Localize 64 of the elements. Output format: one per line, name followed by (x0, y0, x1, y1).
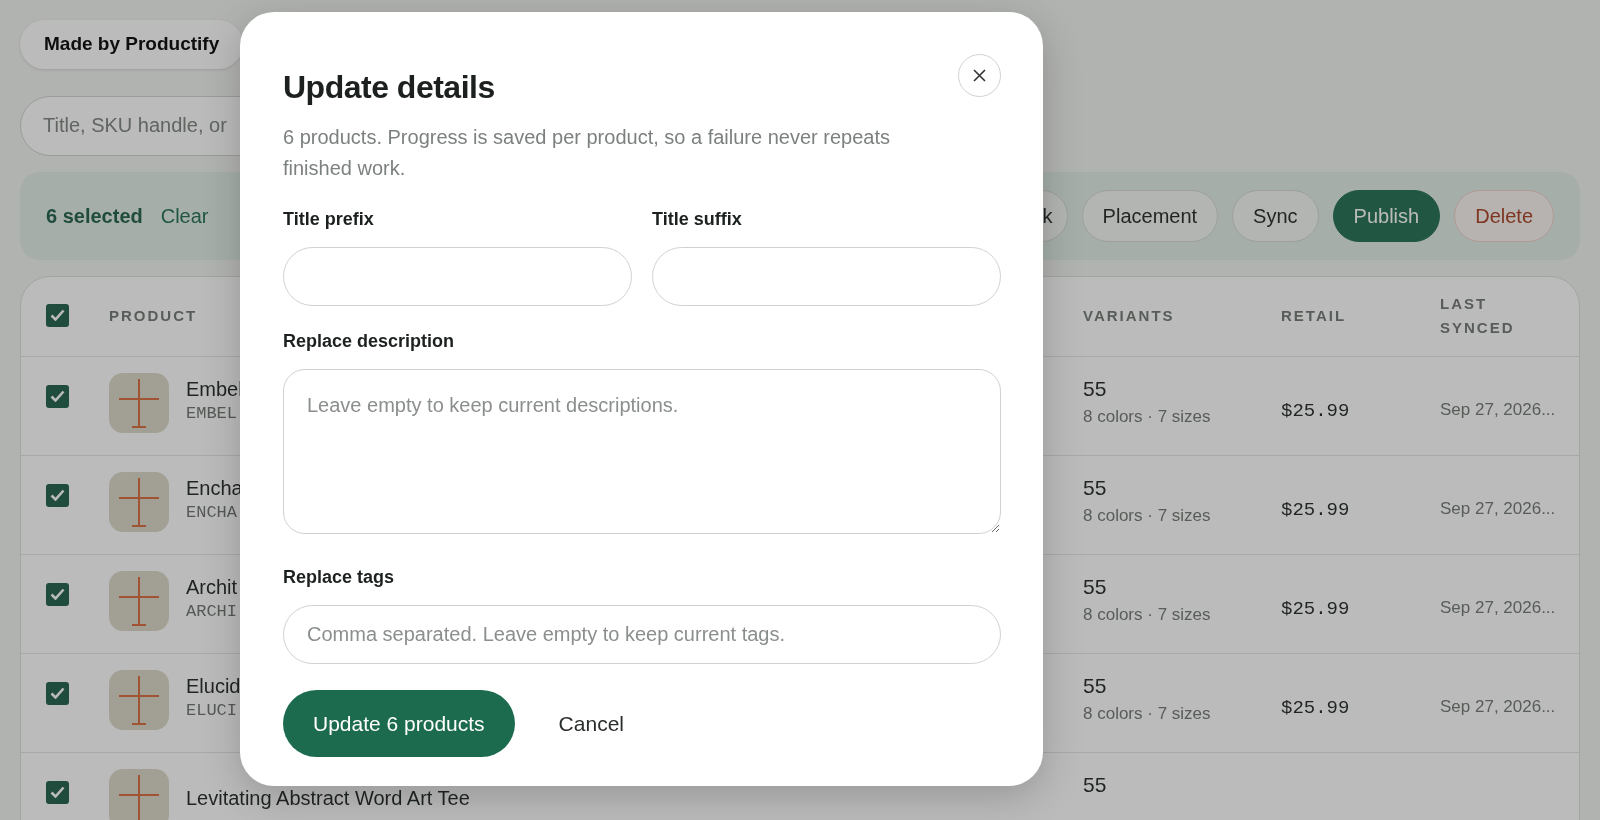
checkbox[interactable] (46, 582, 69, 606)
cross-icon (119, 377, 159, 428)
check-icon (50, 390, 65, 402)
checkbox[interactable] (46, 483, 69, 507)
product-sku: EMBEL (186, 403, 238, 426)
variant-count: 55 (1083, 771, 1108, 798)
variant-count: 55 (1083, 474, 1108, 501)
dialog-description: 6 products. Progress is saved per product, so a failure never repeats finished work. (283, 125, 891, 182)
product-sku: ELUCI (186, 700, 238, 723)
column-header: RETAIL (1281, 306, 1347, 326)
checkbox[interactable] (46, 681, 69, 705)
clear-link[interactable]: Clear (160, 200, 209, 231)
last-synced: Sep 27, 2026... (1440, 696, 1556, 716)
product-title: Levitating Abstract Word Art Tee (186, 787, 470, 810)
cross-icon (119, 674, 159, 725)
dialog-title: Update details (283, 68, 495, 107)
action-button[interactable]: Sync (1232, 189, 1319, 242)
check-icon (50, 687, 65, 699)
retail-price: $25.99 (1281, 597, 1350, 620)
variant-detail: 8 colors · 7 sizes (1083, 505, 1212, 527)
variant-count: 55 (1083, 375, 1108, 402)
field-label: Replace description (283, 330, 456, 354)
action-button[interactable]: Delete (1454, 189, 1554, 242)
check-icon (50, 588, 65, 600)
retail-price: $25.99 (1281, 399, 1350, 422)
checkbox[interactable] (46, 303, 69, 327)
cross-icon (119, 476, 159, 527)
product-title: Archit (186, 576, 238, 600)
close-icon (973, 69, 986, 82)
submit-button[interactable]: Update 6 products (283, 690, 515, 758)
cross-icon (119, 773, 159, 820)
column-header: VARIANTS (1083, 306, 1175, 326)
retail-price: $25.99 (1281, 696, 1350, 719)
variant-detail: 8 colors · 7 sizes (1083, 703, 1212, 725)
product-sku: ARCHI (186, 601, 238, 624)
action-button[interactable]: Publish (1332, 189, 1441, 242)
variant-detail: 8 colors · 7 sizes (1083, 406, 1212, 428)
variant-detail: 8 colors · 7 sizes (1083, 604, 1212, 626)
last-synced: Sep 27, 2026... (1440, 597, 1556, 617)
checkbox[interactable] (46, 384, 69, 408)
column-header: LAST SYNCED (1440, 294, 1516, 338)
column-header: PRODUCT (109, 307, 198, 324)
field-label: Title suffix (652, 208, 743, 232)
store-filter-button[interactable]: Made by Productify (20, 20, 244, 69)
field-label: Replace tags (283, 566, 396, 590)
variant-count: 55 (1083, 672, 1108, 699)
product-title: Elucid (186, 675, 241, 699)
variant-count: 55 (1083, 573, 1108, 600)
text-area[interactable]: Leave empty to keep current descriptions. (283, 369, 1001, 535)
last-synced: Sep 27, 2026... (1440, 399, 1556, 419)
check-icon (50, 309, 65, 322)
checkbox[interactable] (46, 780, 69, 804)
check-icon (50, 489, 65, 501)
retail-price: $25.99 (1281, 498, 1350, 521)
action-button[interactable]: Placement (1081, 189, 1219, 242)
selected-count: 6 selected (46, 203, 143, 229)
product-sku: ENCHA (186, 502, 238, 525)
field-label: Title prefix (283, 208, 375, 232)
cancel-button[interactable]: Cancel (534, 708, 648, 740)
last-synced: Sep 27, 2026... (1440, 498, 1556, 518)
close-button[interactable] (958, 54, 1001, 97)
input-field[interactable]: Comma separated. Leave empty to keep current tags. (283, 605, 1001, 665)
check-icon (50, 786, 65, 798)
cross-icon (119, 575, 159, 626)
